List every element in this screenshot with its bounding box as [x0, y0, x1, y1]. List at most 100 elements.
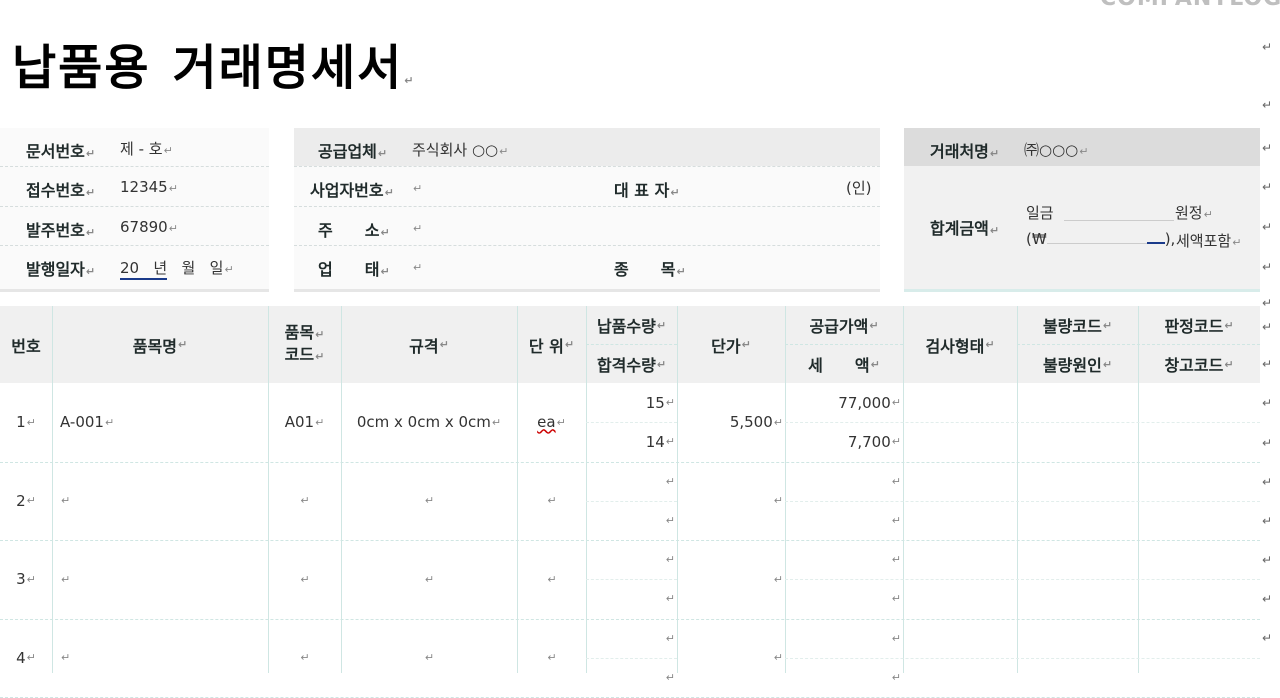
spec-cell[interactable]: 0cm x 0cm x 0cm↵ [341, 383, 517, 462]
tax-cell[interactable]: ↵ [785, 579, 903, 618]
doc-number-value[interactable]: 제 - 호↵ [120, 138, 173, 159]
item-code-cell[interactable]: ↵ [268, 540, 341, 619]
item-table: 번호 품목명↵ 품목↵ 코드↵ 규격↵ 단 위↵ 납품수량↵ 합격수량↵ 단가↵… [0, 306, 1260, 673]
passed-qty-cell[interactable]: ↵ [586, 501, 677, 540]
order-number-label: 발주번호↵ [26, 217, 95, 241]
ceo-label: 대 표 자↵ [614, 177, 680, 201]
header-unit-price: 단가↵ [677, 306, 785, 383]
item-code-cell[interactable]: ↵ [268, 619, 341, 698]
supplier-panel: 공급업체↵ 주식회사 ○○↵ 사업자번호↵ ↵ 대 표 자↵ (인) 주 소↵ … [294, 128, 880, 292]
won-amount-field[interactable]: (₩), [1026, 230, 1175, 248]
item-name-cell[interactable]: ↵ [60, 619, 260, 698]
seal-mark: (인) [846, 177, 872, 198]
paragraph-mark-icon: ↵ [404, 74, 415, 87]
header-unit: 단 위↵ [517, 306, 586, 383]
header-inspection: 검사형태↵ [903, 306, 1017, 383]
unit-price-cell[interactable]: ↵ [677, 619, 785, 698]
unit-cell[interactable]: ea↵ [517, 383, 586, 462]
margin-paragraph-mark-icon: ↵ [1262, 436, 1272, 450]
business-type-label: 업 태↵ [318, 256, 390, 280]
business-number-label: 사업자번호↵ [310, 177, 394, 201]
unit-cell[interactable]: ↵ [517, 619, 586, 698]
header-judge-code: 판정코드↵ [1138, 306, 1260, 344]
document-info-panel: 문서번호↵ 제 - 호↵ 접수번호↵ 12345↵ 발주번호↵ 67890↵ 발… [0, 128, 269, 292]
amount-suffix: 원정↵ [1175, 202, 1213, 223]
amount-prefix: 일금 [1026, 202, 1054, 223]
header-item-code: 품목↵ 코드↵ [268, 306, 341, 383]
margin-paragraph-mark-icon: ↵ [1262, 40, 1272, 54]
margin-paragraph-mark-icon: ↵ [1262, 514, 1272, 528]
business-number-value[interactable]: ↵ [412, 178, 422, 196]
title-word-2: 거래명세서 [172, 40, 403, 96]
supplier-company-value[interactable]: 주식회사 ○○↵ [412, 139, 508, 160]
passed-qty-cell[interactable]: 14↵ [586, 422, 677, 461]
header-defect-code: 불량코드↵ [1017, 306, 1138, 344]
header-delivered-qty: 납품수량↵ [586, 306, 677, 344]
unit-price-cell[interactable]: ↵ [677, 462, 785, 541]
header-item-name: 품목명↵ [52, 306, 268, 383]
header-no: 번호 [0, 306, 52, 383]
header-tax: 세 액↵ [785, 345, 903, 383]
order-number-value[interactable]: 67890↵ [120, 218, 178, 236]
margin-paragraph-mark-icon: ↵ [1262, 592, 1272, 606]
business-item-label: 종 목↵ [614, 256, 686, 280]
issue-date-value[interactable]: 20 년 월 일↵ [120, 257, 234, 278]
supplier-company-label: 공급업체↵ [318, 138, 387, 162]
margin-paragraph-mark-icon: ↵ [1262, 141, 1272, 155]
company-logo: COMPANYLOGO [1100, 0, 1280, 11]
vat-note: 세액포함↵ [1176, 230, 1241, 251]
receipt-number-label: 접수번호↵ [26, 177, 95, 201]
header-defect-cause: 불량원인↵ [1017, 345, 1138, 383]
delivered-qty-cell[interactable]: ↵ [586, 462, 677, 501]
client-panel: 거래처명↵ ㈜○○○↵ 합계금액↵ 일금 원정↵ (₩), 세액포함↵ [904, 128, 1260, 292]
margin-paragraph-mark-icon: ↵ [1262, 180, 1272, 194]
row-number: 2↵ [0, 462, 52, 541]
item-name-cell[interactable]: A-001↵ [60, 383, 260, 462]
item-name-cell[interactable]: ↵ [60, 462, 260, 541]
margin-paragraph-mark-icon: ↵ [1262, 553, 1272, 567]
row-number: 4↵ [0, 619, 52, 698]
unit-price-cell[interactable]: 5,500↵ [677, 383, 785, 462]
client-name-value[interactable]: ㈜○○○↵ [1024, 139, 1088, 160]
unit-cell[interactable]: ↵ [517, 462, 586, 541]
business-type-value[interactable]: ↵ [412, 257, 422, 275]
supply-amount-cell[interactable]: 77,000↵ [785, 383, 903, 422]
header-spec: 규격↵ [341, 306, 517, 383]
delivered-qty-cell[interactable]: 15↵ [586, 383, 677, 422]
spec-cell[interactable]: ↵ [341, 540, 517, 619]
margin-paragraph-mark-icon: ↵ [1262, 357, 1272, 371]
tax-cell[interactable]: ↵ [785, 501, 903, 540]
supply-amount-cell[interactable]: ↵ [785, 462, 903, 501]
margin-paragraph-mark-icon: ↵ [1262, 631, 1272, 645]
margin-paragraph-mark-icon: ↵ [1262, 220, 1272, 234]
delivered-qty-cell[interactable]: ↵ [586, 619, 677, 658]
margin-paragraph-mark-icon: ↵ [1262, 475, 1272, 489]
margin-paragraph-mark-icon: ↵ [1262, 320, 1272, 334]
unit-price-cell[interactable]: ↵ [677, 540, 785, 619]
delivered-qty-cell[interactable]: ↵ [586, 540, 677, 579]
item-name-cell[interactable]: ↵ [60, 540, 260, 619]
header-warehouse-code: 창고코드↵ [1138, 345, 1260, 383]
receipt-number-value[interactable]: 12345↵ [120, 178, 178, 196]
doc-number-label: 문서번호↵ [26, 138, 95, 162]
supply-amount-cell[interactable]: ↵ [785, 540, 903, 579]
passed-qty-cell[interactable]: ↵ [586, 658, 677, 697]
row-number: 1↵ [0, 383, 52, 462]
tax-cell[interactable]: 7,700↵ [785, 422, 903, 461]
spec-cell[interactable]: ↵ [341, 462, 517, 541]
supply-amount-cell[interactable]: ↵ [785, 619, 903, 658]
address-value[interactable]: ↵ [412, 218, 422, 236]
tax-cell[interactable]: ↵ [785, 658, 903, 697]
spec-cell[interactable]: ↵ [341, 619, 517, 698]
client-name-label: 거래처명↵ [930, 138, 999, 162]
header-passed-qty: 합격수량↵ [586, 345, 677, 383]
item-code-cell[interactable]: ↵ [268, 462, 341, 541]
unit-cell[interactable]: ↵ [517, 540, 586, 619]
issue-date-label: 발행일자↵ [26, 256, 95, 280]
row-number: 3↵ [0, 540, 52, 619]
margin-paragraph-mark-icon: ↵ [1262, 260, 1272, 274]
margin-paragraph-mark-icon: ↵ [1262, 98, 1272, 112]
title-word-1: 납품용 [12, 40, 150, 96]
item-code-cell[interactable]: A01↵ [268, 383, 341, 462]
passed-qty-cell[interactable]: ↵ [586, 579, 677, 618]
